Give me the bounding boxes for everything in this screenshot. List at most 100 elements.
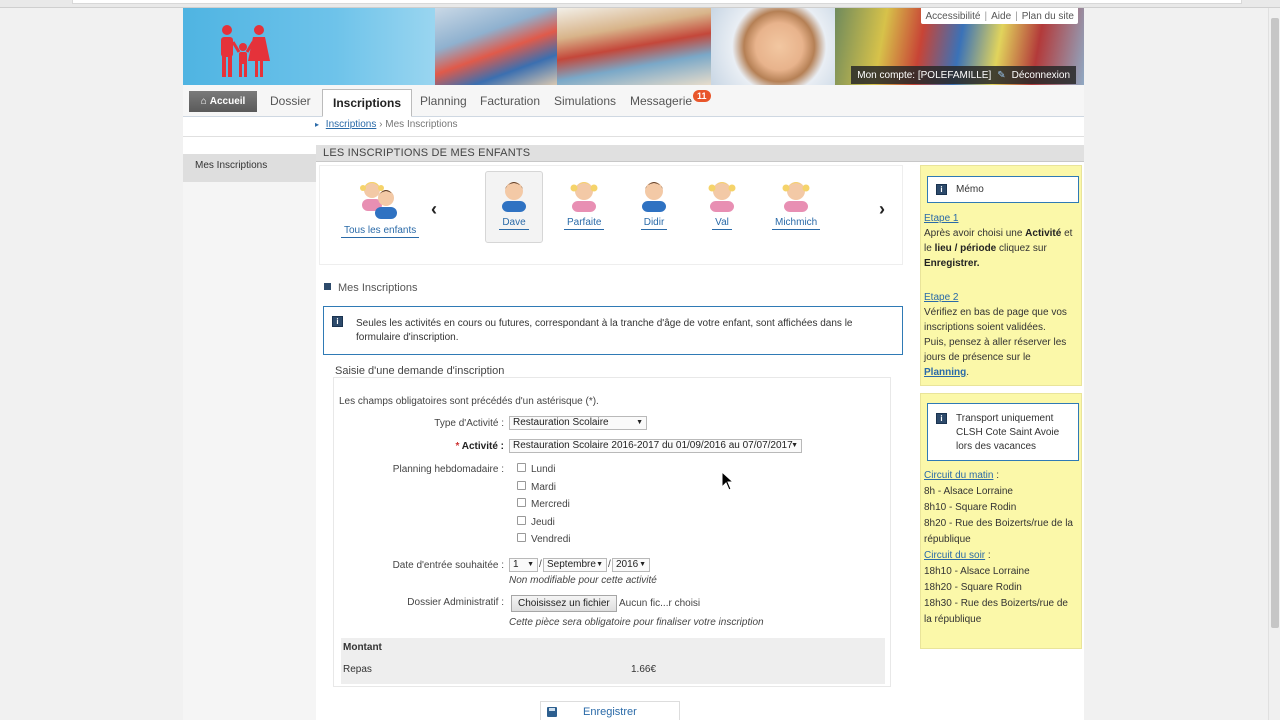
dropdown-arrow-icon: ▼ [596,561,603,568]
scrollbar-thumb[interactable] [1271,18,1279,628]
stop-item: la république [924,614,982,625]
step2-text: Puis, pensez à aller réserver les [924,337,1067,348]
home-button[interactable]: ⌂ Accueil [189,91,257,112]
sitemap-link[interactable]: Plan du site [1022,11,1074,22]
tab-inscriptions[interactable]: Inscriptions [322,89,413,117]
browser-chrome [0,0,1280,8]
tab-simulations[interactable]: Simulations [554,94,616,108]
montant-title: Montant [343,642,382,653]
activite-select[interactable]: Restauration Scolaire 2016-2017 du 01/09… [509,439,802,453]
home-label: Accueil [209,96,246,107]
dossier-label: Dossier Administratif : [407,597,504,608]
tab-facturation[interactable]: Facturation [480,94,540,108]
scrollbar[interactable] [1268,8,1280,720]
tab-planning[interactable]: Planning [420,94,467,108]
jeudi-label: Jeudi [531,517,555,528]
step1-text: et [1061,228,1073,239]
vendredi-checkbox[interactable] [517,533,526,542]
mercredi-checkbox[interactable] [517,498,526,507]
section-title: LES INSCRIPTIONS DE MES ENFANTS [316,145,1084,162]
type-activite-label: Type d'Activité : [434,418,504,429]
banner-photo-playroom [435,8,557,85]
jeudi-checkbox[interactable] [517,516,526,525]
tab-dossier[interactable]: Dossier [270,94,311,108]
account-link[interactable]: Mon compte: [POLEFAMILLE] [857,70,991,81]
child-val[interactable]: Val [704,178,740,230]
tab-messagerie[interactable]: Messagerie [630,94,692,108]
step2-title: Etape 2 [924,292,959,303]
banner-photo-kids-table [557,8,711,85]
activite-label-text: Activité : [461,441,504,452]
top-links: Accessibilité | Aide | Plan du site [921,8,1078,24]
boy-avatar-icon [642,182,666,212]
info-icon: i [332,316,343,327]
planning-link[interactable]: Planning [924,367,966,378]
address-bar[interactable] [72,0,1242,4]
stop-item: 8h20 - Rue des Boizerts/rue de la [924,518,1073,529]
step1-title: Etape 1 [924,213,959,224]
transport-header: i Transport uniquement CLSH Cote Saint A… [927,403,1079,461]
date-month-select[interactable]: Septembre ▼ [543,558,607,572]
save-label: Enregistrer [583,706,637,718]
step1-text: Après avoir choisi une [924,228,1026,239]
choose-file-button[interactable]: Choisissez un fichier [511,595,617,612]
date-month-value: Septembre [547,559,596,570]
child-name: Val [712,217,732,230]
stop-item: république [924,534,971,545]
help-link[interactable]: Aide [991,11,1011,22]
header-banner: Accessibilité | Aide | Plan du site Mon co… [183,8,1084,85]
lundi-checkbox[interactable] [517,463,526,472]
mardi-label: Mardi [531,482,557,493]
type-activite-value: Restauration Scolaire [513,417,609,428]
date-note: Non modifiable pour cette activité [509,575,657,586]
account-bar: Mon compte: [POLEFAMILLE] ✎ Déconnexion [851,66,1076,84]
page: Accessibilité | Aide | Plan du site Mon co… [183,8,1084,720]
child-all[interactable]: Tous les enfants [341,178,420,238]
date-day-value: 1 [513,559,519,570]
child-name: Michmich [772,217,821,230]
memo-panel: i Mémo Etape 1 Après avoir choisi une Ac… [920,165,1082,386]
main-nav: ⌂ Accueil Dossier Inscriptions Planning … [183,85,1084,117]
child-name: Dave [499,217,529,230]
file-note: Cette pièce sera obligatoire pour finali… [509,617,764,628]
breadcrumb-separator: › [379,119,383,130]
step2-text: inscriptions soient validées. [924,322,1046,333]
memo-step1: Etape 1 Après avoir choisi une Activité … [924,211,1072,271]
vendredi-label: Vendredi [531,534,571,545]
mouse-cursor-icon [721,471,735,491]
dropdown-arrow-icon: ▼ [527,561,534,568]
colon: : [993,470,1000,481]
type-activite-select[interactable]: Restauration Scolaire ▼ [509,416,647,430]
prev-arrow-icon[interactable]: ‹ [431,199,437,220]
no-file-label: Aucun fic...r choisi [619,598,701,609]
sidebar: Mes Inscriptions [183,154,316,720]
accessibility-link[interactable]: Accessibilité [925,11,980,22]
memo-step2: Etape 2 Vérifiez en bas de page que vos … [924,290,1067,380]
child-dave[interactable]: Dave [485,171,543,243]
breadcrumb-inscriptions-link[interactable]: Inscriptions [326,119,377,130]
girl-avatar-icon [708,182,736,212]
child-didir[interactable]: Didir [636,178,672,230]
date-year-value: 2016 [616,559,639,570]
save-button[interactable]: Enregistrer [540,701,680,720]
stop-item: 8h - Alsace Lorraine [924,486,1013,497]
activite-value: Restauration Scolaire 2016-2017 du 01/09… [513,440,793,451]
inscription-form: Les champs obligatoires sont précédés d'… [333,377,891,687]
logout-link[interactable]: Déconnexion [1012,70,1070,81]
dropdown-arrow-icon: ▼ [636,419,643,426]
repas-label: Repas [343,664,372,675]
boy-avatar-icon [502,182,526,212]
child-michmich[interactable]: Michmich [772,178,821,230]
date-year-select[interactable]: 2016 ▼ [612,558,650,572]
activite-label: * Activité : [334,441,504,452]
next-arrow-icon[interactable]: › [879,199,885,220]
mardi-checkbox[interactable] [517,481,526,490]
stop-item: 18h10 - Alsace Lorraine [924,566,1030,577]
girl-avatar-icon [782,182,810,212]
sidebar-item-mes-inscriptions[interactable]: Mes Inscriptions [183,154,316,182]
date-day-select[interactable]: 1 ▼ [509,558,538,572]
planning-label: Planning hebdomadaire : [392,464,504,475]
repas-value: 1.66€ [631,664,657,675]
child-parfaite[interactable]: Parfaite [564,178,605,230]
children-selector: Tous les enfants ‹ Dave Parfaite Didir V… [319,165,903,265]
